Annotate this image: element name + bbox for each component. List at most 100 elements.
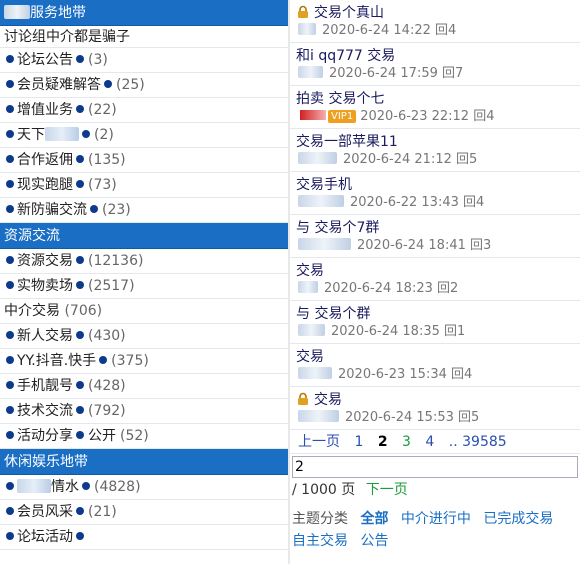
- forum-item-s2-3[interactable]: 新人交易 (430): [0, 324, 288, 349]
- thread-title-row[interactable]: 交易个真山: [296, 4, 576, 22]
- thread-item[interactable]: 交易 2020-6-23 15:34 回4: [290, 344, 580, 387]
- forum-item-s2-6[interactable]: 技术交流 (792): [0, 399, 288, 424]
- blurred-text: [298, 324, 325, 336]
- forum-item-s3-1[interactable]: 会员风采 (21): [0, 500, 288, 525]
- page-total-text: / 1000 页: [292, 482, 356, 498]
- forum-item-s1-6[interactable]: 新防骗交流 (23): [0, 198, 288, 223]
- thread-meta: 2020-6-24 18:41 回3: [296, 237, 576, 254]
- thread-date-replies: 2020-6-24 18:41 回3: [357, 238, 492, 253]
- category-filter: 主题分类 全部 中介进行中 已完成交易 自主交易 公告: [290, 502, 580, 552]
- forum-item-s2-4[interactable]: YY.抖音.快手 (375): [0, 349, 288, 374]
- thread-title[interactable]: 拍卖 交易个七: [296, 91, 384, 107]
- page-link-current[interactable]: 2: [378, 434, 388, 450]
- forum-item-s2-7[interactable]: 活动分享 公开 (52): [0, 424, 288, 449]
- thread-title-row[interactable]: 交易: [296, 348, 576, 366]
- bullet-icon: [76, 180, 84, 188]
- thread-date-replies: 2020-6-22 13:43 回4: [350, 195, 485, 210]
- thread-title[interactable]: 交易手机: [296, 177, 352, 193]
- forum-count: (73): [88, 177, 117, 193]
- thread-meta: 2020-6-24 14:22 回4: [296, 22, 576, 39]
- thread-title-row[interactable]: 交易一部苹果11: [296, 133, 576, 151]
- forum-count: (792): [88, 403, 126, 419]
- thread-title[interactable]: 与 交易个群: [296, 306, 370, 322]
- next-page-link[interactable]: 下一页: [366, 482, 408, 498]
- thread-item[interactable]: 交易手机 2020-6-22 13:43 回4: [290, 172, 580, 215]
- thread-item[interactable]: 与 交易个7群 2020-6-24 18:41 回3: [290, 215, 580, 258]
- thread-item[interactable]: 交易个真山 2020-6-24 14:22 回4: [290, 0, 580, 43]
- last-page-link[interactable]: 39585: [462, 434, 507, 450]
- bullet-icon: [6, 256, 14, 264]
- thread-meta: 2020-6-24 21:12 回5: [296, 151, 576, 168]
- forum-item-s1-0[interactable]: 论坛公告 (3): [0, 48, 288, 73]
- page-number-input[interactable]: [292, 456, 578, 478]
- blurred-text: [298, 410, 339, 422]
- thread-title[interactable]: 交易: [296, 263, 324, 279]
- thread-title[interactable]: 和i qq777 交易: [296, 48, 395, 64]
- pagination: 上一页 1 2 3 4 .. 39585: [290, 430, 580, 454]
- bullet-icon: [82, 482, 90, 490]
- bullet-icon: [6, 205, 14, 213]
- page-link-1[interactable]: 1: [354, 434, 363, 450]
- prev-page-link[interactable]: 上一页: [298, 434, 340, 450]
- forum-item-s3-2[interactable]: 论坛活动: [0, 525, 288, 550]
- bullet-icon: [76, 55, 84, 63]
- thread-item[interactable]: 和i qq777 交易 2020-6-24 17:59 回7: [290, 43, 580, 86]
- bullet-icon: [6, 80, 14, 88]
- section-header-leisure[interactable]: 休闲娱乐地带: [0, 449, 288, 475]
- forum-item-s1-1[interactable]: 会员疑难解答 (25): [0, 73, 288, 98]
- category-completed[interactable]: 已完成交易: [483, 511, 553, 527]
- forum-label: 中介交易: [4, 303, 60, 319]
- thread-title-row[interactable]: 交易手机: [296, 176, 576, 194]
- forum-count: (375): [111, 353, 149, 369]
- page-info: / 1000 页 下一页: [290, 478, 580, 502]
- forum-count: (21): [88, 504, 117, 520]
- forum-item-s2-0[interactable]: 资源交易 (12136): [0, 249, 288, 274]
- category-self-trade[interactable]: 自主交易: [292, 533, 348, 549]
- lock-icon: [296, 392, 310, 406]
- subtitle-text: 讨论组中介都是骗子: [4, 29, 130, 45]
- forum-item-s2-2[interactable]: 中介交易 (706): [0, 299, 288, 324]
- thread-title[interactable]: 交易一部苹果11: [296, 134, 398, 150]
- forum-item-s2-1[interactable]: 实物卖场 (2517): [0, 274, 288, 299]
- thread-title[interactable]: 与 交易个7群: [296, 220, 379, 236]
- forum-item-s3-0[interactable]: 情水 (4828): [0, 475, 288, 500]
- forum-label: 活动分享: [17, 428, 73, 444]
- forum-item-s2-5[interactable]: 手机靓号 (428): [0, 374, 288, 399]
- forum-label: YY.抖音.快手: [17, 353, 97, 369]
- thread-item[interactable]: 与 交易个群 2020-6-24 18:35 回1: [290, 301, 580, 344]
- bullet-icon: [76, 331, 84, 339]
- forum-item-s1-5[interactable]: 现实跑腿 (73): [0, 173, 288, 198]
- thread-title-row[interactable]: 交易: [296, 262, 576, 280]
- thread-date-replies: 2020-6-24 14:22 回4: [322, 23, 457, 38]
- forum-item-s1-2[interactable]: 增值业务 (22): [0, 98, 288, 123]
- thread-item[interactable]: 拍卖 交易个七 VIP1 2020-6-23 22:12 回4: [290, 86, 580, 129]
- forum-label: 情水: [51, 479, 79, 495]
- section-header-services[interactable]: 服务地带: [0, 0, 288, 26]
- bullet-icon: [6, 281, 14, 289]
- page-link-3[interactable]: 3: [402, 434, 411, 450]
- thread-title-row[interactable]: 交易: [296, 391, 576, 409]
- thread-item[interactable]: 交易 2020-6-24 18:23 回2: [290, 258, 580, 301]
- bullet-icon: [6, 482, 14, 490]
- thread-title[interactable]: 交易: [296, 349, 324, 365]
- thread-title-row[interactable]: 和i qq777 交易: [296, 47, 576, 65]
- category-all[interactable]: 全部: [360, 511, 388, 527]
- category-in-progress[interactable]: 中介进行中: [401, 511, 471, 527]
- thread-title-row[interactable]: 与 交易个群: [296, 305, 576, 323]
- thread-title[interactable]: 交易个真山: [314, 5, 384, 21]
- category-announcement[interactable]: 公告: [360, 533, 388, 549]
- thread-title-row[interactable]: 拍卖 交易个七: [296, 90, 576, 108]
- thread-title[interactable]: 交易: [314, 392, 342, 408]
- bullet-icon: [76, 406, 84, 414]
- subtitle-row[interactable]: 讨论组中介都是骗子: [0, 26, 288, 48]
- forum-label: 技术交流: [17, 403, 73, 419]
- forum-count: (52): [120, 428, 149, 444]
- blurred-text: [300, 110, 326, 120]
- section-header-resources[interactable]: 资源交流: [0, 223, 288, 249]
- thread-item[interactable]: 交易 2020-6-24 15:53 回5: [290, 387, 580, 430]
- forum-item-s1-3[interactable]: 天下 (2): [0, 123, 288, 148]
- page-link-4[interactable]: 4: [425, 434, 434, 450]
- forum-item-s1-4[interactable]: 合作返佣 (135): [0, 148, 288, 173]
- thread-item[interactable]: 交易一部苹果11 2020-6-24 21:12 回5: [290, 129, 580, 172]
- thread-title-row[interactable]: 与 交易个7群: [296, 219, 576, 237]
